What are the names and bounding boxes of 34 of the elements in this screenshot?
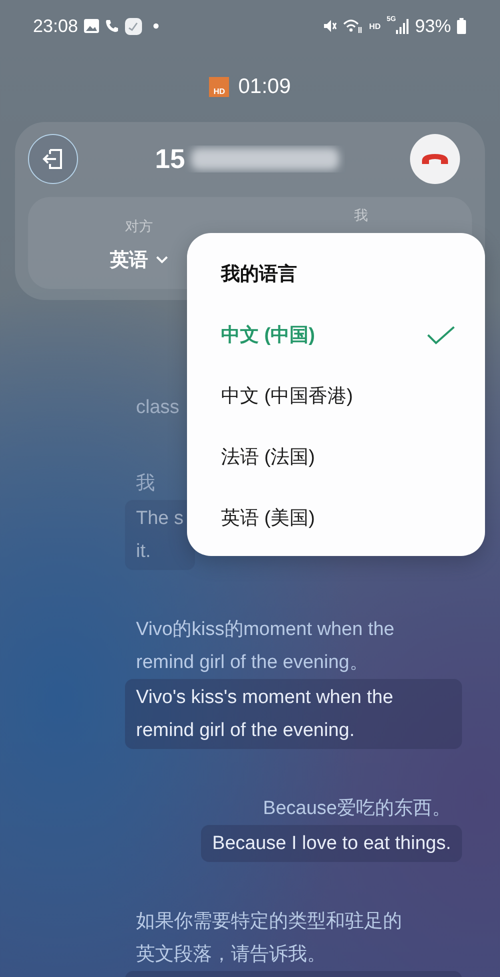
app-icon [125, 18, 142, 34]
language-option[interactable]: 法语 (法国) [221, 426, 455, 487]
translation-bubble: Because I love to eat things. [201, 825, 462, 862]
source-text: 如果你需要特定的类型和驻足的英文段落，请告诉我。 [135, 910, 403, 967]
battery-percentage: 93% [414, 16, 451, 36]
checkmark-icon [427, 324, 455, 344]
translation-bubble: The s it. [125, 500, 195, 570]
call-timer: 01:09 [238, 75, 291, 99]
chevron-down-icon [156, 256, 168, 264]
exit-button[interactable] [28, 134, 78, 184]
battery-icon [457, 18, 466, 34]
hang-up-button[interactable] [410, 134, 460, 184]
source-text: Because爱吃的东西。 [262, 797, 452, 821]
signal-icon [396, 18, 409, 34]
language-option[interactable]: 英语 (美国) [221, 487, 455, 548]
exit-icon [41, 147, 65, 171]
clock-time: 23:08 [33, 16, 78, 36]
mute-icon [323, 19, 338, 33]
wifi-icon [343, 18, 364, 34]
hd-call-badge: HD [209, 77, 230, 97]
me-label: 我 [354, 207, 368, 225]
phone-number: 15 [155, 144, 186, 174]
image-icon [84, 19, 100, 33]
source-text: Vivo的kiss的moment when the remind girl of the evening。 [135, 618, 396, 675]
hd-indicator: HD [369, 22, 381, 30]
translation-bubble: Vivo's kiss's moment when the remind girl of the evening. [125, 679, 462, 749]
phone-icon [105, 19, 120, 33]
menu-title: 我的语言 [221, 262, 298, 287]
language-option[interactable]: 中文 (中国香港) [221, 365, 455, 426]
language-option[interactable]: 中文 (中国) [221, 304, 455, 365]
source-text: class [135, 396, 180, 420]
them-label: 对方 [125, 218, 153, 236]
source-text: 我 [135, 472, 156, 496]
hang-up-icon [421, 153, 449, 165]
